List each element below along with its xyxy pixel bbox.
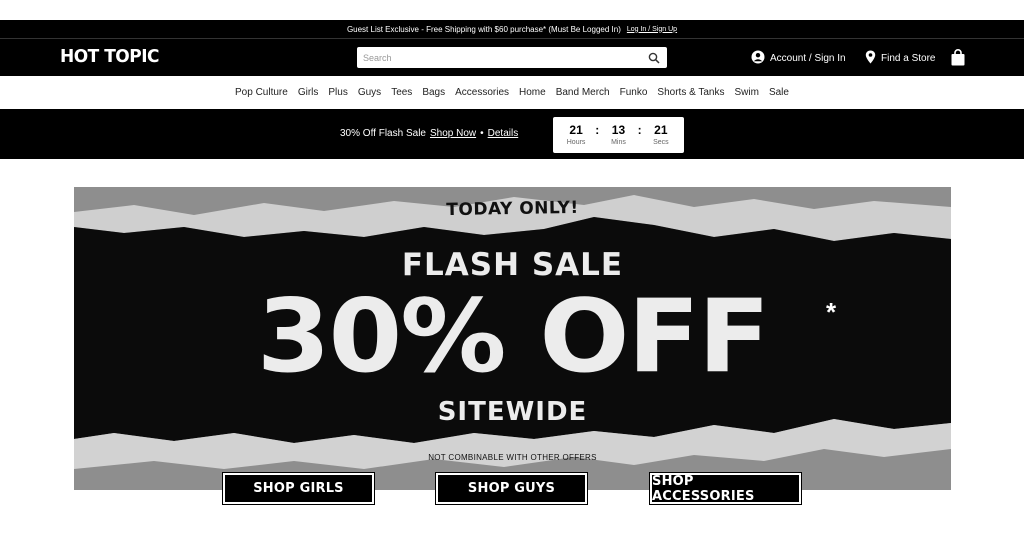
shop-accessories-button[interactable]: SHOP ACCESSORIES bbox=[649, 472, 802, 505]
promo-text: Guest List Exclusive - Free Shipping wit… bbox=[346, 24, 621, 34]
flash-sale-message: 30% Off Flash Sale Shop Now • Details bbox=[340, 128, 518, 139]
nav-item-shorts-tanks[interactable]: Shorts & Tanks bbox=[657, 87, 724, 98]
secs-value: 21 bbox=[654, 122, 668, 137]
details-link[interactable]: Details bbox=[488, 128, 519, 139]
hours-value: 21 bbox=[569, 122, 583, 137]
nav-item-bags[interactable]: Bags bbox=[422, 87, 445, 98]
hero-banner[interactable]: TODAY ONLY! FLASH SALE 30% OFF * SITEWID… bbox=[74, 187, 951, 490]
main-nav: Pop Culture Girls Plus Guys Tees Bags Ac… bbox=[0, 76, 1024, 108]
flash-sale-text: 30% Off Flash Sale bbox=[340, 128, 426, 139]
search-input[interactable] bbox=[363, 52, 647, 63]
site-header: HOT TOPIC Account / Sign In Find a Store bbox=[0, 38, 1024, 76]
nav-item-accessories[interactable]: Accessories bbox=[455, 87, 509, 98]
login-signup-link[interactable]: Log In / Sign Up bbox=[627, 26, 677, 33]
find-store-link[interactable]: Find a Store bbox=[865, 50, 935, 67]
flash-sale-bar: 30% Off Flash Sale Shop Now • Details 21… bbox=[0, 109, 1024, 159]
account-label: Account / Sign In bbox=[770, 53, 846, 64]
nav-item-band-merch[interactable]: Band Merch bbox=[556, 87, 610, 98]
nav-item-sale[interactable]: Sale bbox=[769, 87, 789, 98]
secs-label: Secs bbox=[653, 138, 669, 146]
search-box[interactable] bbox=[357, 47, 667, 68]
countdown-timer: 21 Hours : 13 Mins : 21 Secs bbox=[553, 117, 684, 153]
separator-dot: • bbox=[480, 128, 484, 139]
shop-guys-button[interactable]: SHOP GUYS bbox=[435, 472, 588, 505]
countdown-separator: : bbox=[637, 123, 642, 137]
nav-item-funko[interactable]: Funko bbox=[620, 87, 648, 98]
promo-bar: Guest List Exclusive - Free Shipping wit… bbox=[0, 20, 1024, 38]
shop-girls-button[interactable]: SHOP GIRLS bbox=[222, 472, 375, 505]
nav-item-swim[interactable]: Swim bbox=[735, 87, 759, 98]
hours-label: Hours bbox=[566, 138, 586, 146]
mins-value: 13 bbox=[611, 122, 626, 137]
mins-label: Mins bbox=[611, 138, 626, 146]
user-icon bbox=[751, 50, 765, 67]
countdown-secs: 21 Secs bbox=[646, 123, 676, 148]
nav-item-girls[interactable]: Girls bbox=[298, 87, 319, 98]
shopping-bag-icon[interactable] bbox=[950, 49, 966, 71]
nav-item-plus[interactable]: Plus bbox=[328, 87, 347, 98]
search-icon[interactable] bbox=[647, 51, 661, 65]
nav-item-home[interactable]: Home bbox=[519, 87, 546, 98]
nav-item-guys[interactable]: Guys bbox=[358, 87, 381, 98]
nav-item-pop-culture[interactable]: Pop Culture bbox=[235, 87, 288, 98]
disclaimer-text: NOT COMBINABLE WITH OTHER OFFERS bbox=[428, 453, 597, 462]
account-link[interactable]: Account / Sign In bbox=[751, 50, 846, 67]
discount-headline: 30% OFF bbox=[256, 278, 771, 395]
countdown-mins: 13 Mins bbox=[603, 123, 633, 148]
hot-topic-logo[interactable]: HOT TOPIC bbox=[60, 47, 160, 68]
countdown-separator: : bbox=[595, 123, 600, 137]
find-store-label: Find a Store bbox=[881, 53, 936, 64]
asterisk: * bbox=[826, 297, 837, 327]
countdown-hours: 21 Hours bbox=[561, 123, 591, 148]
shop-now-link[interactable]: Shop Now bbox=[430, 128, 476, 139]
nav-item-tees[interactable]: Tees bbox=[391, 87, 412, 98]
sitewide-heading: SITEWIDE bbox=[437, 397, 588, 427]
location-pin-icon bbox=[865, 50, 876, 67]
